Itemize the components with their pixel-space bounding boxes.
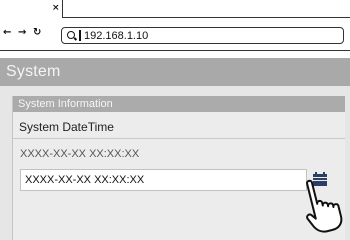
tab-close-button[interactable]: × [52, 4, 60, 13]
current-datetime-value: XXXX-XX-XX XX:XX:XX [20, 148, 140, 160]
panel-header: System Information [13, 96, 345, 112]
system-information-panel: System Information System DateTime XXXX-… [12, 96, 345, 240]
search-icon [67, 31, 75, 39]
browser-tab[interactable]: × [0, 0, 63, 17]
panel-header-title: System Information [18, 98, 113, 110]
page-title: System [6, 63, 61, 80]
reload-button[interactable]: ↻ [33, 28, 41, 38]
back-button[interactable]: ← [3, 28, 11, 38]
forward-button[interactable]: → [18, 28, 26, 38]
address-bar[interactable]: 192.168.1.10 [61, 27, 344, 44]
navigation-bar: ← → ↻ 192.168.1.10 [0, 17, 350, 50]
pointing-hand-icon [306, 179, 343, 233]
datetime-input[interactable] [20, 169, 307, 191]
section-label-datetime: System DateTime [19, 120, 114, 134]
text-caret [79, 30, 81, 41]
nav-bar-divider [0, 50, 350, 51]
browser-window: × ← → ↻ 192.168.1.10 System System Infor… [0, 0, 350, 240]
page-content: System System Information System DateTim… [0, 58, 350, 240]
section-divider [13, 138, 345, 139]
page-title-bar: System [0, 58, 350, 86]
address-text: 192.168.1.10 [84, 30, 149, 42]
